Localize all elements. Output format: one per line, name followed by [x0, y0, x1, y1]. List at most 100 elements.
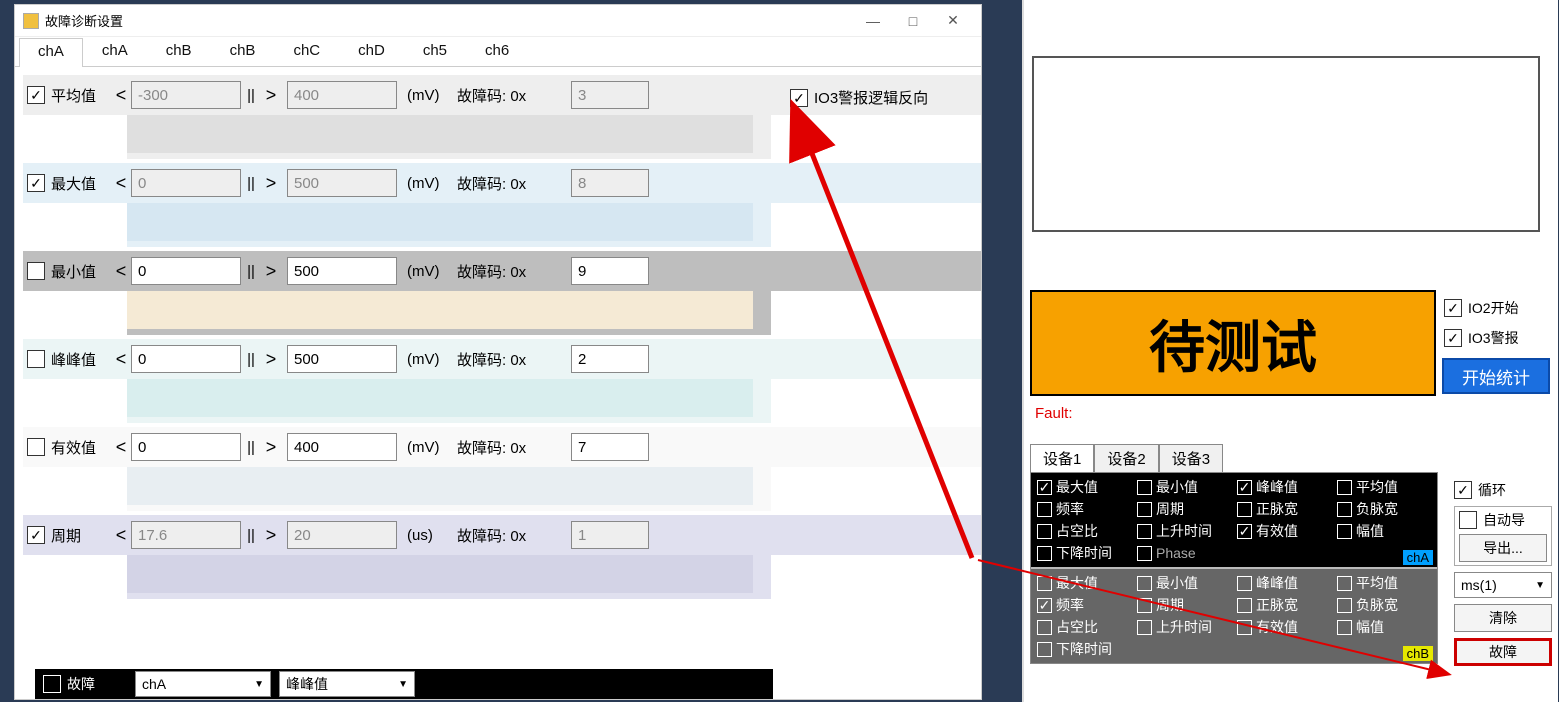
- chB-checkbox-10[interactable]: [1237, 620, 1252, 635]
- chA-checkbox-13[interactable]: [1137, 546, 1152, 561]
- minimize-button[interactable]: —: [853, 7, 893, 35]
- chA-checkbox-12[interactable]: [1037, 546, 1052, 561]
- chA-check-12[interactable]: 下降时间: [1037, 543, 1131, 563]
- export-button[interactable]: 导出...: [1459, 534, 1547, 562]
- loop-checkbox-row[interactable]: 循环: [1454, 480, 1552, 500]
- chB-checkbox-11[interactable]: [1337, 620, 1352, 635]
- chA-checkbox-3[interactable]: [1337, 480, 1352, 495]
- chA-check-11[interactable]: 幅值: [1337, 521, 1431, 541]
- chA-check-4[interactable]: 频率: [1037, 499, 1131, 519]
- io2-start[interactable]: IO2开始: [1444, 298, 1519, 318]
- param-lo-rms[interactable]: [131, 433, 241, 461]
- param-hi-min[interactable]: [287, 257, 397, 285]
- chA-check-5[interactable]: 周期: [1137, 499, 1231, 519]
- auto-export-row[interactable]: 自动导: [1459, 510, 1547, 530]
- io3-alarm[interactable]: IO3警报: [1444, 328, 1519, 348]
- clear-button[interactable]: 清除: [1454, 604, 1552, 632]
- fault-checkbox[interactable]: [43, 675, 61, 693]
- chA-checkbox-1[interactable]: [1137, 480, 1152, 495]
- io2-checkbox[interactable]: [1444, 299, 1462, 317]
- io3-reverse-checkbox[interactable]: [790, 89, 808, 107]
- chA-check-1[interactable]: 最小值: [1137, 477, 1231, 497]
- chB-checkbox-3[interactable]: [1337, 576, 1352, 591]
- chB-check-10[interactable]: 有效值: [1237, 617, 1331, 637]
- chB-checkbox-5[interactable]: [1137, 598, 1152, 613]
- device-tab-2[interactable]: 设备2: [1094, 444, 1158, 473]
- chA-check-9[interactable]: 上升时间: [1137, 521, 1231, 541]
- time-unit-combo[interactable]: ms(1)▼: [1454, 572, 1552, 598]
- chB-check-3[interactable]: 平均值: [1337, 573, 1431, 593]
- param-lo-pp[interactable]: [131, 345, 241, 373]
- io3-reverse-logic[interactable]: IO3警报逻辑反向: [790, 87, 928, 108]
- maximize-button[interactable]: □: [893, 7, 933, 35]
- chA-check-2[interactable]: 峰峰值: [1237, 477, 1331, 497]
- param-hi-max[interactable]: [287, 169, 397, 197]
- param-code-min[interactable]: [571, 257, 649, 285]
- param-lo-min[interactable]: [131, 257, 241, 285]
- param-hi-avg[interactable]: [287, 81, 397, 109]
- chB-check-7[interactable]: 负脉宽: [1337, 595, 1431, 615]
- tab-chD[interactable]: chD: [339, 37, 404, 66]
- chA-checkbox-0[interactable]: [1037, 480, 1052, 495]
- io3-checkbox[interactable]: [1444, 329, 1462, 347]
- fault-button[interactable]: 故障: [1454, 638, 1552, 666]
- chB-check-8[interactable]: 占空比: [1037, 617, 1131, 637]
- param-enable-min[interactable]: [27, 262, 45, 280]
- param-enable-per[interactable]: [27, 526, 45, 544]
- param-enable-avg[interactable]: [27, 86, 45, 104]
- param-code-avg[interactable]: [571, 81, 649, 109]
- chA-checkbox-9[interactable]: [1137, 524, 1152, 539]
- param-hi-rms[interactable]: [287, 433, 397, 461]
- device-tab-1[interactable]: 设备1: [1030, 444, 1094, 473]
- chB-checkbox-7[interactable]: [1337, 598, 1352, 613]
- tab-chA-1[interactable]: chA: [83, 37, 147, 66]
- chA-checkbox-8[interactable]: [1037, 524, 1052, 539]
- device-tab-3[interactable]: 设备3: [1159, 444, 1223, 473]
- chA-check-0[interactable]: 最大值: [1037, 477, 1131, 497]
- chB-check-11[interactable]: 幅值: [1337, 617, 1431, 637]
- chB-checkbox-4[interactable]: [1037, 598, 1052, 613]
- chB-checkbox-0[interactable]: [1037, 576, 1052, 591]
- param-enable-pp[interactable]: [27, 350, 45, 368]
- chB-check-0[interactable]: 最大值: [1037, 573, 1131, 593]
- chA-checkbox-7[interactable]: [1337, 502, 1352, 517]
- param-lo-per[interactable]: [131, 521, 241, 549]
- chA-check-8[interactable]: 占空比: [1037, 521, 1131, 541]
- chB-check-1[interactable]: 最小值: [1137, 573, 1231, 593]
- chB-checkbox-1[interactable]: [1137, 576, 1152, 591]
- loop-checkbox[interactable]: [1454, 481, 1472, 499]
- auto-export-checkbox[interactable]: [1459, 511, 1477, 529]
- chA-check-7[interactable]: 负脉宽: [1337, 499, 1431, 519]
- tab-chC[interactable]: chC: [274, 37, 339, 66]
- close-button[interactable]: ✕: [933, 7, 973, 35]
- chA-checkbox-5[interactable]: [1137, 502, 1152, 517]
- start-statistics-button[interactable]: 开始统计: [1442, 358, 1550, 394]
- fault-channel-combo[interactable]: chA▼: [135, 671, 271, 697]
- chA-checkbox-11[interactable]: [1337, 524, 1352, 539]
- chA-checkbox-10[interactable]: [1237, 524, 1252, 539]
- chB-check-5[interactable]: 周期: [1137, 595, 1231, 615]
- chA-checkbox-2[interactable]: [1237, 480, 1252, 495]
- param-lo-max[interactable]: [131, 169, 241, 197]
- chB-check-12[interactable]: 下降时间: [1037, 639, 1131, 659]
- chB-check-6[interactable]: 正脉宽: [1237, 595, 1331, 615]
- chB-checkbox-9[interactable]: [1137, 620, 1152, 635]
- param-hi-per[interactable]: [287, 521, 397, 549]
- chB-checkbox-8[interactable]: [1037, 620, 1052, 635]
- chA-checkbox-4[interactable]: [1037, 502, 1052, 517]
- chA-checkbox-6[interactable]: [1237, 502, 1252, 517]
- chB-checkbox-6[interactable]: [1237, 598, 1252, 613]
- chB-check-4[interactable]: 频率: [1037, 595, 1131, 615]
- chA-check-13[interactable]: Phase: [1137, 543, 1231, 563]
- chA-check-3[interactable]: 平均值: [1337, 477, 1431, 497]
- param-enable-rms[interactable]: [27, 438, 45, 456]
- chB-check-9[interactable]: 上升时间: [1137, 617, 1231, 637]
- chA-check-10[interactable]: 有效值: [1237, 521, 1331, 541]
- chA-check-6[interactable]: 正脉宽: [1237, 499, 1331, 519]
- param-code-rms[interactable]: [571, 433, 649, 461]
- param-code-max[interactable]: [571, 169, 649, 197]
- tab-ch6[interactable]: ch6: [466, 37, 528, 66]
- param-lo-avg[interactable]: [131, 81, 241, 109]
- chB-checkbox-12[interactable]: [1037, 642, 1052, 657]
- param-code-per[interactable]: [571, 521, 649, 549]
